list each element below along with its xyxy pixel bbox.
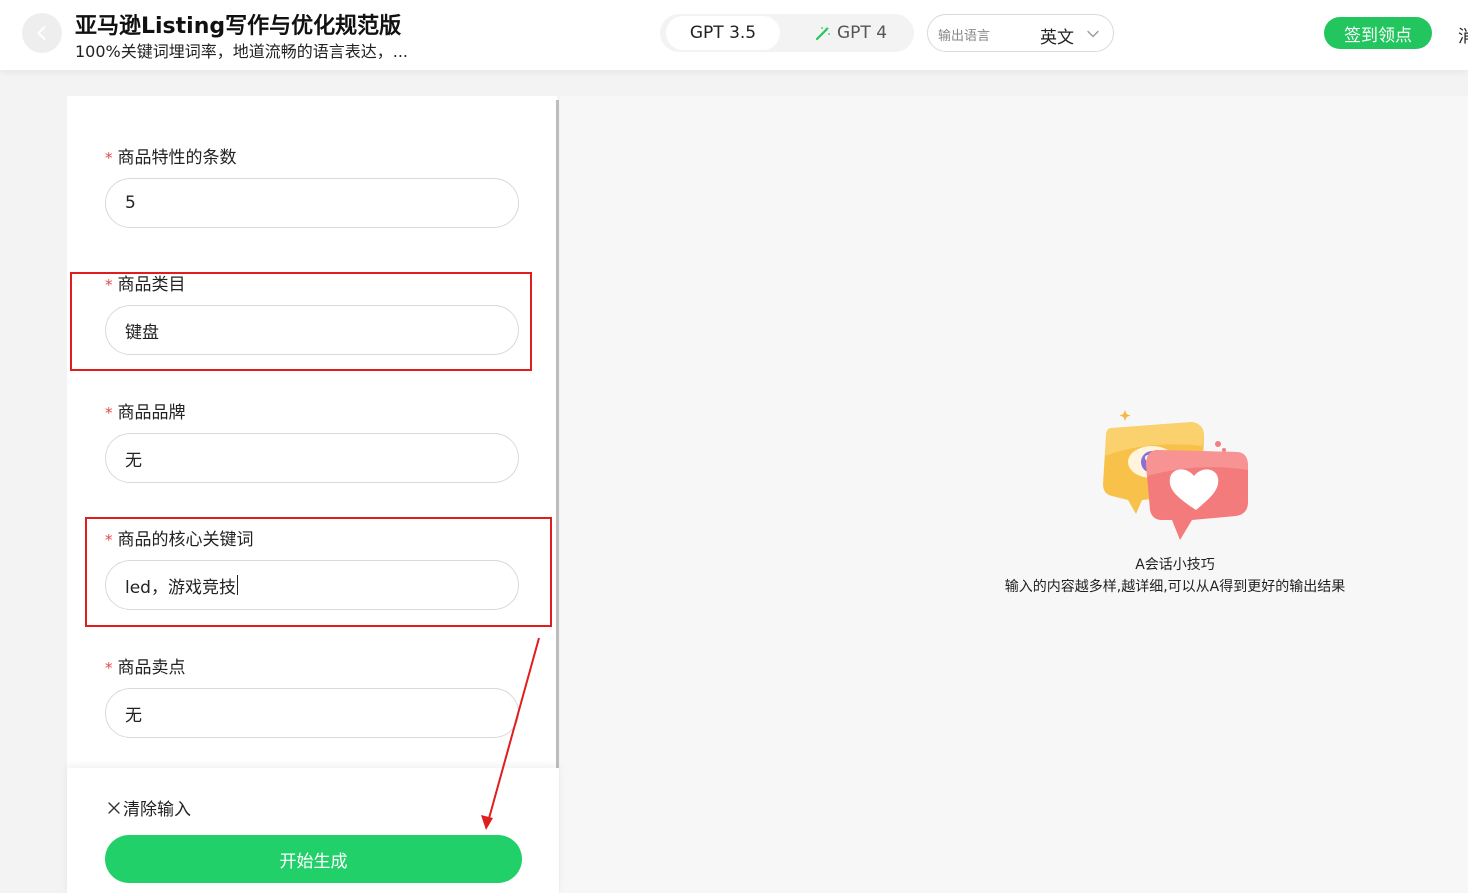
- app-header: 亚马逊Listing写作与优化规范版 100%关键词埋词率，地道流畅的语言表达，…: [0, 0, 1468, 70]
- model-option-gpt4[interactable]: GPT 4: [794, 16, 908, 50]
- output-language-label: 输出语言: [938, 29, 991, 44]
- field-label-selling-points: * 商品卖点: [105, 658, 186, 678]
- output-language-value: 英文: [1040, 28, 1074, 48]
- model-option-label: GPT 4: [836, 23, 888, 43]
- close-icon: [108, 801, 120, 814]
- input-value: 无: [125, 705, 142, 726]
- back-button[interactable]: [22, 13, 62, 53]
- required-mark: *: [105, 149, 113, 167]
- field-label-brand: * 商品品牌: [105, 403, 186, 423]
- selling-points-input[interactable]: 无: [105, 688, 519, 738]
- feature-count-input[interactable]: 5: [105, 178, 519, 228]
- magic-wand-icon: [815, 26, 830, 41]
- tip-text: 输入的内容越多样,越详细,可以从A得到更好的输出结果: [1004, 579, 1346, 595]
- page-title: 亚马逊Listing写作与优化规范版: [75, 14, 402, 39]
- tip-title: A会话小技巧: [1135, 557, 1215, 573]
- required-mark: *: [105, 659, 113, 677]
- input-value: 5: [125, 193, 136, 213]
- required-mark: *: [105, 404, 113, 422]
- header-edge-text[interactable]: 消: [1458, 22, 1468, 47]
- generate-button[interactable]: 开始生成: [105, 835, 522, 883]
- clear-input-button[interactable]: 清除输入: [107, 795, 191, 820]
- output-language-select[interactable]: 输出语言 英文: [927, 14, 1114, 52]
- input-value: 无: [125, 450, 142, 471]
- model-option-label: GPT 3.5: [689, 23, 757, 43]
- field-label-feature-count: * 商品特性的条数: [105, 148, 237, 168]
- form-scrollbar[interactable]: [556, 100, 559, 770]
- model-switch: GPT 3.5 GPT 4: [660, 14, 914, 52]
- chevron-down-icon: [1087, 30, 1099, 38]
- annotation-box-category: [70, 272, 532, 371]
- clear-input-label: 清除输入: [123, 800, 191, 820]
- chevron-left-icon: [37, 26, 46, 40]
- model-option-gpt35[interactable]: GPT 3.5: [666, 16, 780, 50]
- annotation-box-keywords: [85, 517, 552, 627]
- output-panel: [560, 96, 1468, 893]
- chat-bubbles-illustration-icon: [1103, 410, 1248, 540]
- signin-button[interactable]: 签到领点: [1324, 17, 1432, 49]
- page-subtitle: 100%关键词埋词率，地道流畅的语言表达，...: [75, 42, 409, 61]
- brand-input[interactable]: 无: [105, 433, 519, 483]
